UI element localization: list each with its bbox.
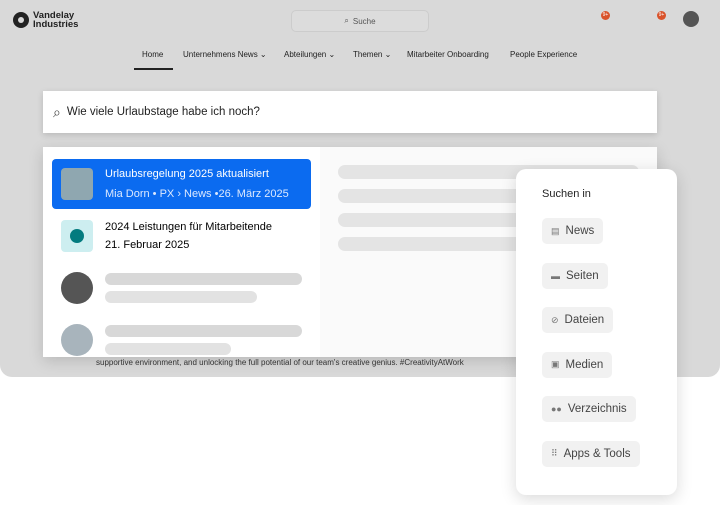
nav-people-experience[interactable]: People Experience [510,50,577,59]
scope-verzeichnis[interactable]: ●● Verzeichnis [542,396,636,422]
image-icon: ▣ [551,359,560,369]
newspaper-icon: ▤ [551,225,560,236]
logo-icon [13,12,29,28]
paperclip-icon: ⊘ [551,314,559,325]
top-search-input[interactable]: ⌕ Suche [291,10,429,32]
panel-title: Suchen in [542,188,591,200]
scope-medien[interactable]: ▣ Medien [542,351,613,378]
scope-news[interactable]: ▤ News [542,218,604,244]
scope-seiten[interactable]: ▬ Seiten [542,262,608,289]
result-loading [52,263,311,313]
search-input[interactable]: ⌕ Wie viele Urlaubstage habe ich noch? [43,91,657,133]
grid-icon: ⠿ [551,448,558,458]
avatar [61,324,93,356]
user-avatar[interactable] [683,11,699,27]
scope-dateien[interactable]: ⊘ Dateien [542,307,614,333]
search-icon: ⌕ [53,103,61,120]
nav-abteilungen[interactable]: Abteilungen ⌄ [284,50,335,59]
result-item[interactable]: Urlaubsregelung 2025 aktualisiert Mia Dor… [52,159,311,209]
search-icon: ⌕ [344,16,349,25]
background-text: supportive environment, and unlocking th… [96,358,464,367]
result-thumbnail [61,168,93,200]
search-scope-panel: Suchen in ▤ News ▬ Seiten ⊘ Dateien ▣ Medien… [516,169,677,495]
avatar [61,272,93,304]
result-item[interactable]: 2024 Leistungen für Mitarbeitende 21. Feb… [52,211,311,261]
nav-onboarding[interactable]: Mitarbeiter Onboarding [407,50,489,59]
page-icon: ▬ [551,270,560,281]
notification-badge[interactable]: 9+ [601,11,610,20]
logo[interactable]: Vandelay Industries [13,11,103,29]
sharepoint-icon [61,220,93,252]
nav-themen[interactable]: Themen ⌄ [353,50,391,59]
nav-home[interactable]: Home [142,50,163,59]
active-tab-indicator [134,68,173,70]
notification-badge[interactable]: 9+ [657,11,666,20]
people-icon: ●● [551,404,562,414]
nav-unternehmens-news[interactable]: Unternehmens News ⌄ [183,50,267,59]
scope-apps-tools[interactable]: ⠿ Apps & Tools [542,440,640,467]
